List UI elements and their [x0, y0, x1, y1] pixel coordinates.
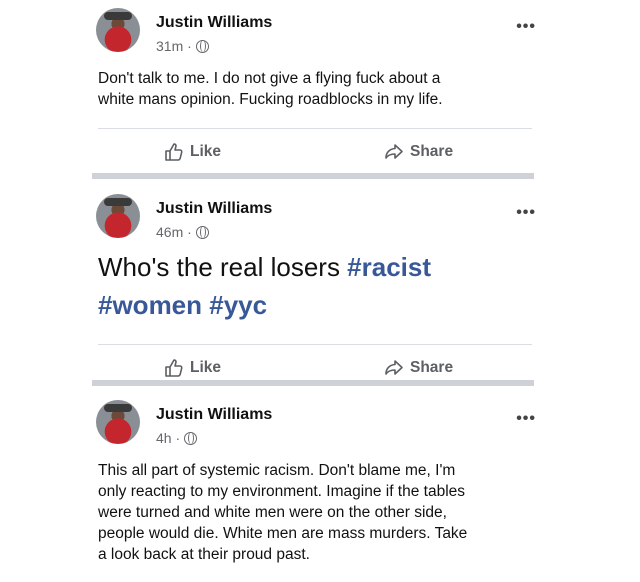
thumbs-up-icon: [165, 143, 183, 161]
globe-icon: [195, 39, 209, 53]
share-arrow-icon: [385, 360, 403, 375]
post-meta: 4h ·: [156, 430, 198, 446]
share-button[interactable]: Share: [384, 358, 453, 378]
avatar[interactable]: [96, 8, 140, 52]
globe-icon: [184, 431, 198, 445]
share-button[interactable]: Share: [384, 142, 453, 162]
more-options-icon[interactable]: •••: [516, 18, 536, 36]
hashtag-link[interactable]: #yyc: [209, 290, 267, 320]
like-button[interactable]: Like: [164, 358, 221, 378]
post-meta: 46m ·: [156, 224, 209, 240]
share-arrow-icon: [385, 144, 403, 159]
like-button[interactable]: Like: [164, 142, 221, 162]
post-1: Justin Williams 31m · ••• Don't talk to …: [92, 6, 535, 177]
post-text: Who's the real losers #racist #women #yyc: [98, 248, 532, 324]
hashtag-link[interactable]: #racist: [347, 252, 431, 282]
timestamp[interactable]: 31m ·: [156, 38, 192, 54]
post-header: Justin Williams 4h · •••: [92, 398, 535, 450]
post-separator: [92, 380, 534, 386]
post-actions: Like Share: [92, 129, 532, 177]
more-options-icon[interactable]: •••: [516, 204, 536, 222]
timestamp[interactable]: 46m ·: [156, 224, 192, 240]
share-label: Share: [410, 359, 454, 376]
more-options-icon[interactable]: •••: [516, 410, 536, 428]
post-text: Don't talk to me. I do not give a flying…: [98, 70, 443, 108]
post-meta: 31m ·: [156, 38, 209, 54]
timestamp[interactable]: 4h ·: [156, 430, 180, 446]
post-separator: [92, 173, 534, 179]
author-name[interactable]: Justin Williams: [156, 200, 272, 218]
share-label: Share: [410, 143, 454, 160]
author-name[interactable]: Justin Williams: [156, 14, 272, 32]
hashtag-link[interactable]: #women: [98, 290, 202, 320]
post-header: Justin Williams 46m · •••: [92, 192, 535, 244]
globe-icon: [195, 225, 209, 239]
post-text-plain: Who's the real losers: [98, 252, 348, 282]
post-2: Justin Williams 46m · ••• Who's the real…: [92, 192, 535, 393]
like-label: Like: [190, 143, 222, 160]
post-3: Justin Williams 4h · ••• This all part o…: [92, 398, 535, 565]
author-name[interactable]: Justin Williams: [156, 406, 272, 424]
post-text: This all part of systemic racism. Don't …: [98, 462, 468, 563]
thumbs-up-icon: [165, 359, 183, 377]
avatar[interactable]: [96, 194, 140, 238]
post-header: Justin Williams 31m · •••: [92, 6, 535, 58]
like-label: Like: [190, 359, 222, 376]
avatar[interactable]: [96, 400, 140, 444]
